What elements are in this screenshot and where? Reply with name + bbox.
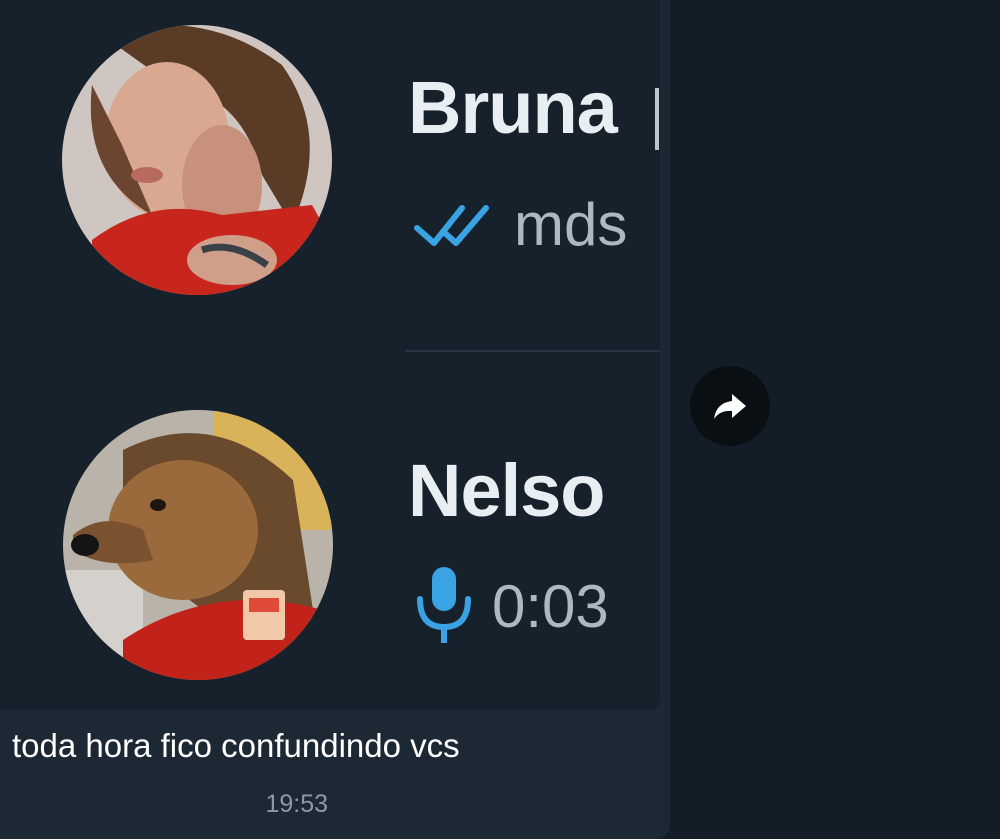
avatar-nelso	[63, 410, 333, 680]
chat-list-preview: Bruna mds Nelso 0:03	[0, 0, 660, 710]
microphone-icon	[417, 567, 471, 643]
last-message-text: mds	[514, 191, 628, 258]
contact-name-nelso: Nelso	[408, 449, 606, 532]
avatar-bruna	[62, 25, 332, 295]
voice-duration: 0:03	[492, 572, 609, 640]
contact-name-bruna: Bruna	[408, 66, 618, 149]
share-button[interactable]	[690, 366, 770, 446]
message-bubble[interactable]: Bruna mds Nelso 0:03 toda hora fico conf…	[0, 0, 670, 839]
message-text: toda hora fico confundindo vcs	[12, 727, 460, 764]
preview-line-nelso: 0:03	[412, 565, 609, 647]
preview-line-bruna: mds	[412, 190, 627, 259]
chat-divider	[405, 350, 660, 352]
message-time: 19:53	[265, 790, 328, 818]
double-check-icon	[414, 204, 489, 246]
share-arrow-icon	[714, 394, 746, 419]
text-cursor-divider	[655, 88, 659, 150]
